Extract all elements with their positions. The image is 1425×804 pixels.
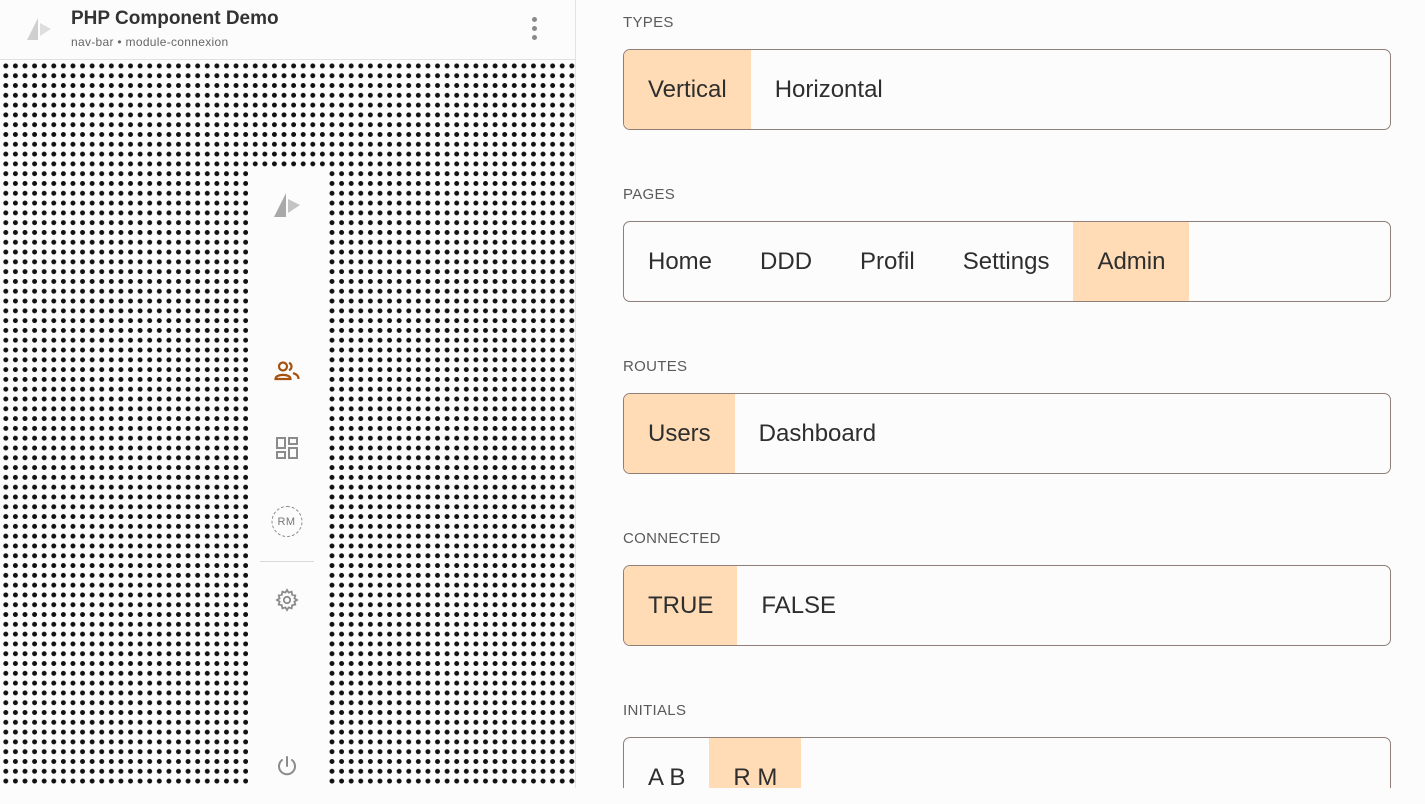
types-option-vertical[interactable]: Vertical — [624, 50, 751, 129]
preview-pane: RM PHP Component Demo nav-bar • module-c… — [0, 0, 576, 804]
initials-option-rm[interactable]: R M — [709, 738, 802, 788]
users-icon[interactable] — [273, 360, 300, 382]
pages-option-admin[interactable]: Admin — [1073, 222, 1190, 301]
power-icon[interactable] — [275, 754, 299, 778]
dotted-canvas: RM — [0, 60, 575, 804]
logo-icon — [272, 191, 302, 219]
more-vertical-icon[interactable] — [522, 14, 548, 44]
initials-label: INITIALS — [623, 702, 687, 719]
pages-option-settings[interactable]: Settings — [939, 222, 1074, 301]
pages-label: PAGES — [623, 186, 676, 203]
types-label: TYPES — [623, 14, 674, 31]
avatar-icon[interactable]: RM — [271, 506, 302, 537]
routes-label: ROUTES — [623, 358, 688, 375]
gear-icon[interactable] — [274, 588, 299, 612]
controls-pane: TYPES Vertical Horizontal PAGES Home DDD… — [576, 0, 1425, 788]
initials-option-ab[interactable]: A B — [624, 738, 709, 789]
nav-bar: RM — [248, 167, 325, 804]
connected-option-false[interactable]: FALSE — [737, 566, 860, 645]
pages-option-home[interactable]: Home — [624, 222, 736, 301]
demo-header: PHP Component Demo nav-bar • module-conn… — [0, 0, 575, 60]
types-segmented-control: Vertical Horizontal — [623, 49, 1391, 130]
routes-segmented-control: Users Dashboard — [623, 393, 1391, 474]
connected-segmented-control: TRUE FALSE — [623, 565, 1391, 646]
dashboard-icon[interactable] — [275, 436, 299, 460]
routes-option-users[interactable]: Users — [624, 394, 735, 473]
connected-option-true[interactable]: TRUE — [624, 566, 738, 645]
initials-segmented-control: A B R M — [623, 737, 1391, 788]
logo-icon — [25, 16, 53, 42]
routes-option-dashboard[interactable]: Dashboard — [735, 394, 900, 473]
page-title: PHP Component Demo — [71, 8, 279, 29]
pages-option-profil[interactable]: Profil — [836, 222, 939, 301]
avatar-initials: RM — [277, 515, 296, 528]
connected-label: CONNECTED — [623, 530, 721, 547]
page-subtitle: nav-bar • module-connexion — [71, 35, 229, 49]
nav-divider — [260, 561, 314, 562]
pages-option-ddd[interactable]: DDD — [736, 222, 836, 301]
types-option-horizontal[interactable]: Horizontal — [751, 50, 907, 129]
pages-segmented-control: Home DDD Profil Settings Admin — [623, 221, 1391, 302]
